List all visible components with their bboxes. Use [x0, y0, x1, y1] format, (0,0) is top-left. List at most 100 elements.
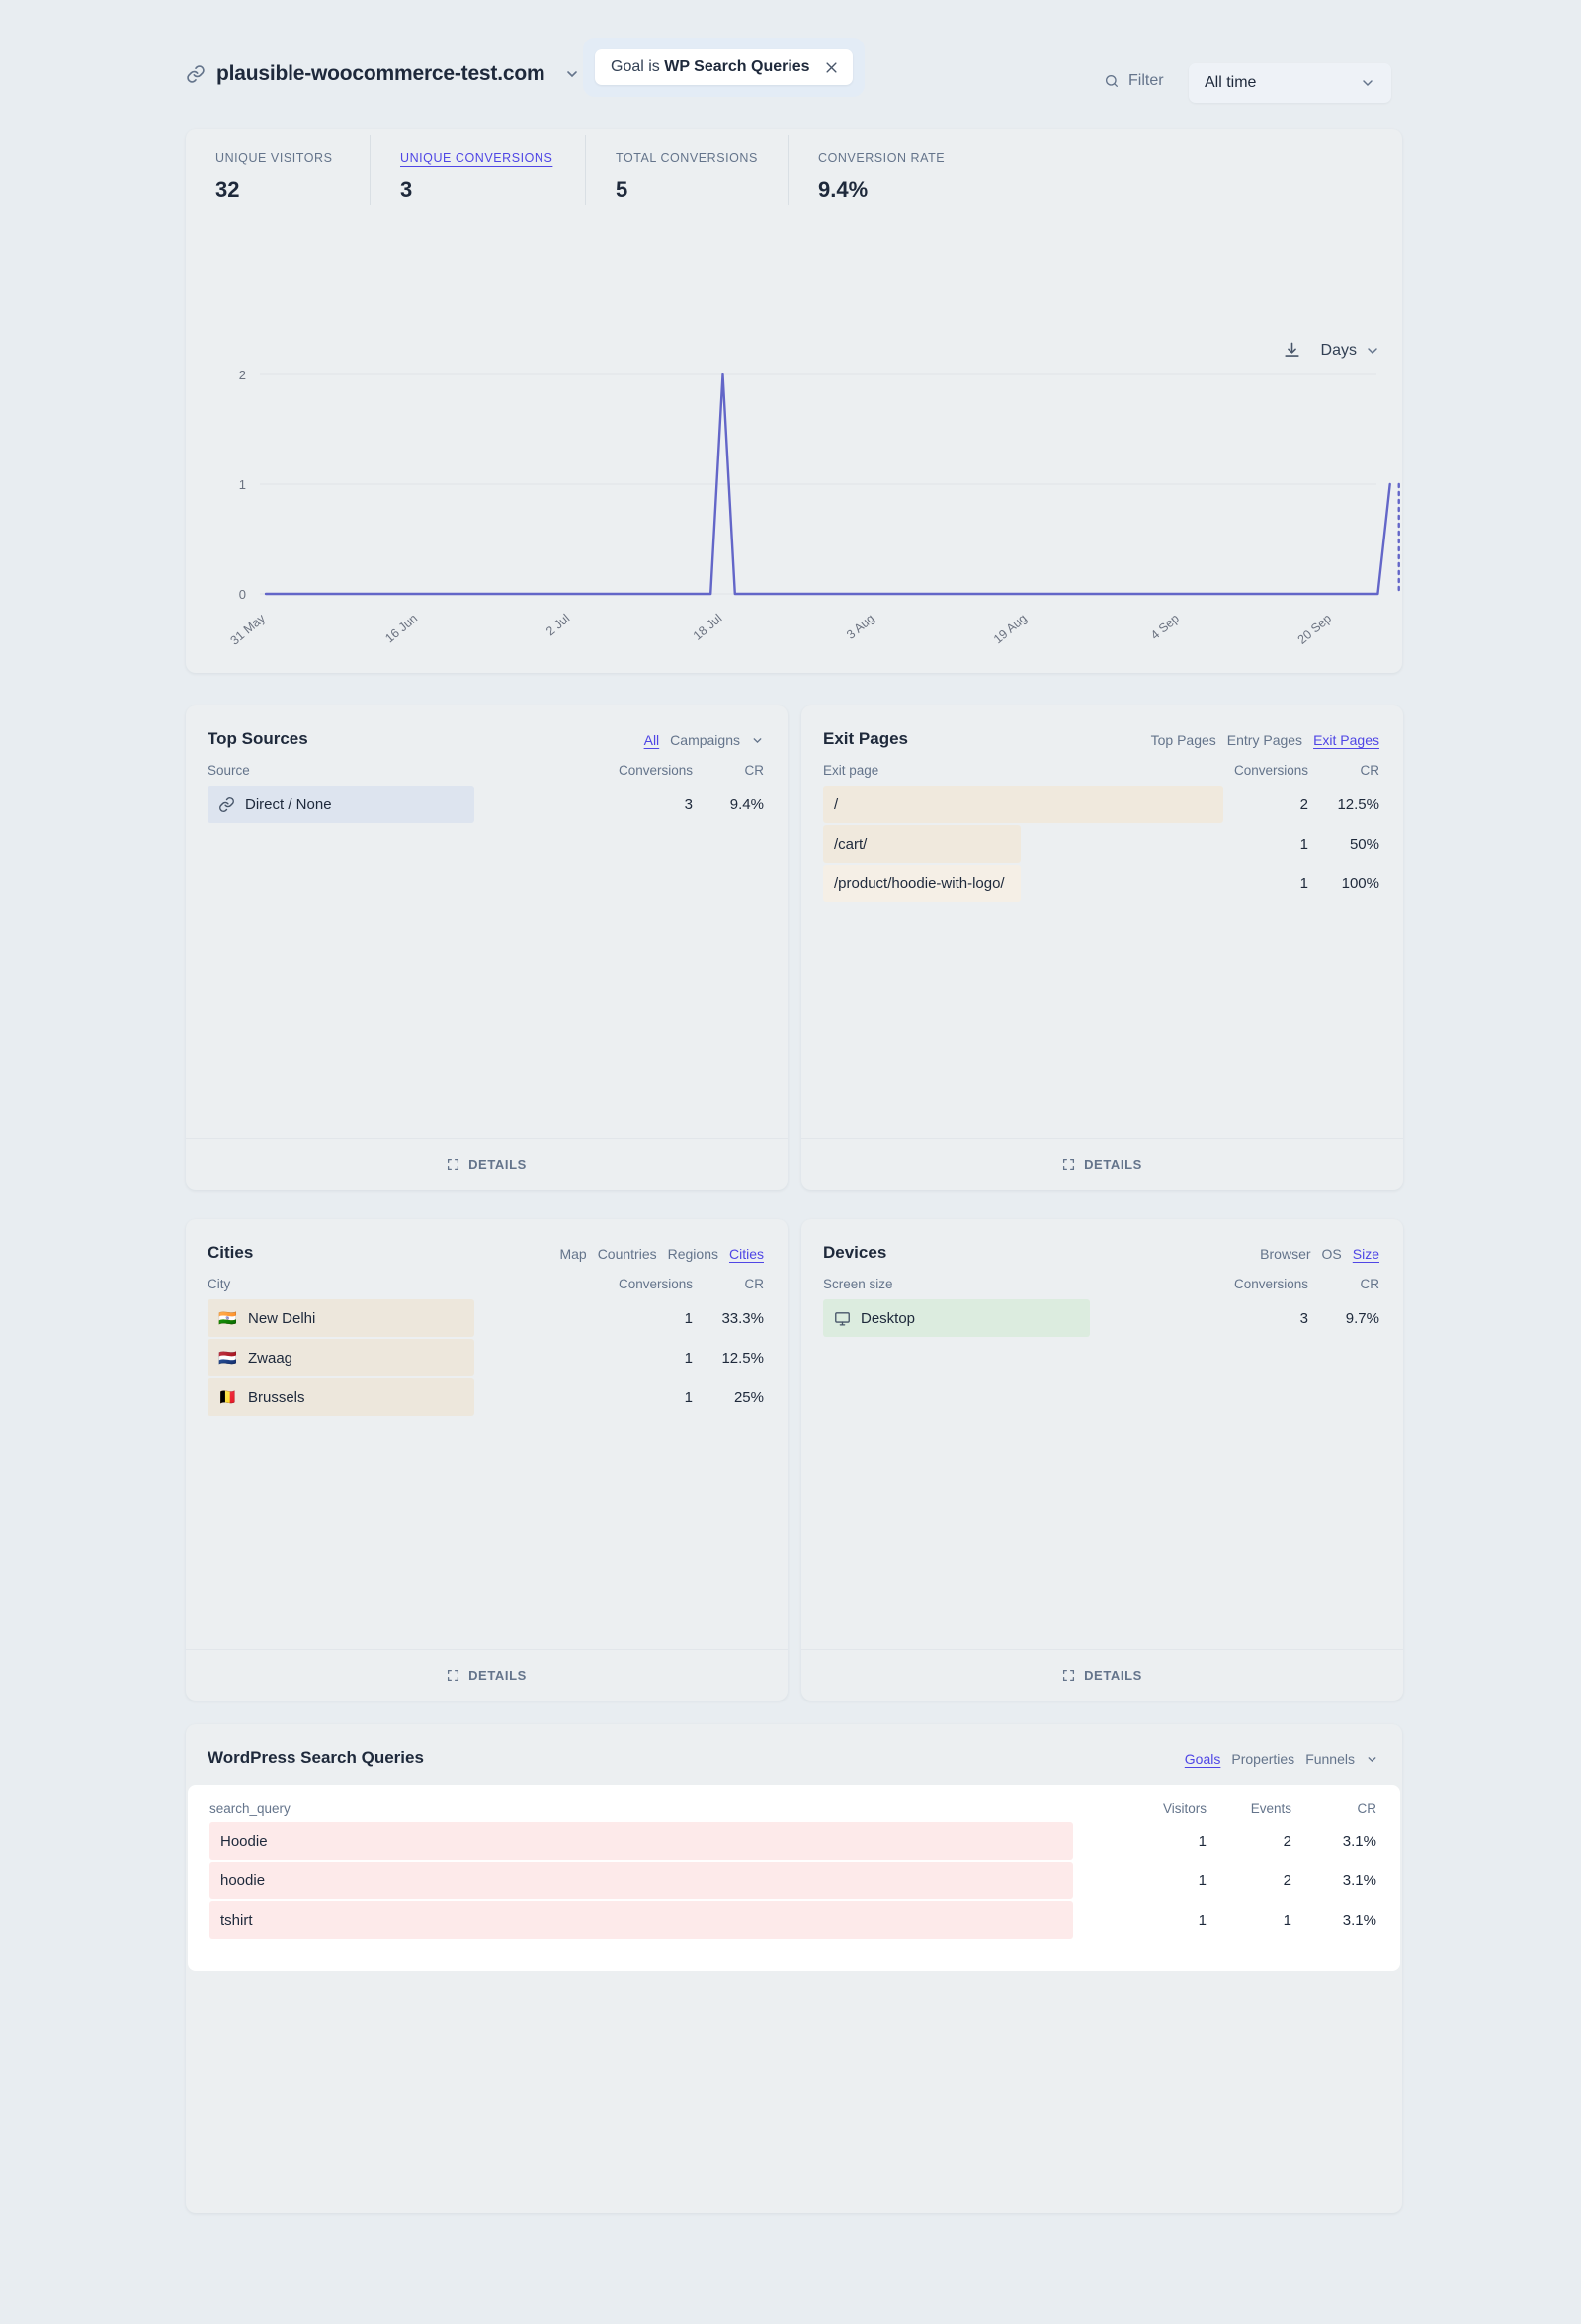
chevron-down-icon[interactable]: [1366, 1753, 1378, 1766]
svg-text:16 Jun: 16 Jun: [382, 612, 420, 646]
panel-header: Top Sources All Campaigns: [186, 706, 788, 749]
exit-page-rows: / 2 12.5% /cart/ 1 50% /product/hoodie-w…: [801, 778, 1403, 902]
details-label: DETAILS: [1084, 1157, 1142, 1172]
row-events: 1: [1283, 1911, 1291, 1929]
expand-icon: [447, 1158, 459, 1171]
row-label: 🇳🇱 Zwaag: [208, 1350, 584, 1367]
tab-countries[interactable]: Countries: [598, 1246, 657, 1262]
devices-panel: Devices Browser OS Size Screen size Conv…: [801, 1219, 1403, 1701]
table-row[interactable]: 🇮🇳 New Delhi 1 33.3%: [208, 1299, 764, 1337]
details-label: DETAILS: [1084, 1668, 1142, 1683]
tab-goals[interactable]: Goals: [1185, 1751, 1221, 1767]
table-row[interactable]: tshirt 1 1 3.1%: [209, 1901, 1376, 1939]
panel-tabs: All Campaigns: [644, 729, 764, 748]
conversions-line-chart[interactable]: 0 1 2 31 May 16 Jun 2 Jul 18 Jul 3 Aug 19 Aug 4 S…: [186, 367, 1402, 673]
row-cr: 9.7%: [1345, 1309, 1379, 1327]
tab-entry-pages[interactable]: Entry Pages: [1227, 732, 1302, 748]
chevron-down-icon[interactable]: [555, 66, 580, 82]
tab-top-pages[interactable]: Top Pages: [1151, 732, 1216, 748]
active-filters: Goal is WP Search Queries: [583, 38, 865, 97]
table-row[interactable]: Hoodie 1 2 3.1%: [209, 1822, 1376, 1860]
details-button[interactable]: DETAILS: [186, 1138, 788, 1190]
exit-pages-panel: Exit Pages Top Pages Entry Pages Exit Pa…: [801, 706, 1403, 1190]
panel-header: Cities Map Countries Regions Cities: [186, 1219, 788, 1263]
monitor-icon: [834, 1310, 851, 1327]
interval-select[interactable]: Days: [1321, 342, 1380, 360]
main-graph-card: UNIQUE VISITORS 32 UNIQUE CONVERSIONS 3 …: [186, 129, 1402, 673]
tab-properties[interactable]: Properties: [1231, 1751, 1294, 1767]
panel-tabs: Map Countries Regions Cities: [559, 1243, 764, 1262]
table-row[interactable]: /cart/ 1 50%: [823, 825, 1379, 863]
table-row[interactable]: 🇳🇱 Zwaag 1 12.5%: [208, 1339, 764, 1376]
filter-label: Filter: [1128, 72, 1164, 89]
row-conversions: 3: [1299, 1309, 1308, 1327]
column-conversions: Conversions: [618, 763, 693, 778]
tab-cities[interactable]: Cities: [729, 1246, 764, 1262]
filter-pill-value: WP Search Queries: [664, 58, 810, 75]
svg-text:3 Aug: 3 Aug: [844, 612, 877, 642]
panel-tabs: Top Pages Entry Pages Exit Pages: [1151, 729, 1379, 748]
panel-title: Top Sources: [208, 729, 308, 748]
tab-size[interactable]: Size: [1353, 1246, 1379, 1262]
kpi-value: 3: [400, 177, 413, 202]
table-row[interactable]: Direct / None 3 9.4%: [208, 786, 764, 823]
kpi-value: 32: [215, 177, 240, 202]
download-icon[interactable]: [1283, 341, 1301, 360]
flag-icon: 🇧🇪: [218, 1388, 237, 1406]
table-row[interactable]: / 2 12.5%: [823, 786, 1379, 823]
expand-icon: [1062, 1669, 1075, 1682]
filter-button[interactable]: Filter: [1104, 72, 1164, 90]
row-label: Desktop: [823, 1310, 1200, 1327]
column-cr: CR: [1360, 1277, 1380, 1291]
row-cr: 50%: [1349, 835, 1379, 853]
kpi-label: TOTAL CONVERSIONS: [616, 151, 758, 165]
device-rows: Desktop 3 9.7%: [801, 1291, 1403, 1337]
tab-browser[interactable]: Browser: [1260, 1246, 1310, 1262]
row-cr: 3.1%: [1342, 1871, 1376, 1889]
table-row[interactable]: Desktop 3 9.7%: [823, 1299, 1379, 1337]
column-conversions: Conversions: [618, 1277, 693, 1291]
tab-map[interactable]: Map: [559, 1246, 586, 1262]
search-queries-table: search_query Visitors Events CR Hoodie 1…: [188, 1785, 1400, 1971]
row-visitors: 1: [1198, 1911, 1207, 1929]
cities-panel: Cities Map Countries Regions Cities City…: [186, 1219, 788, 1701]
tab-regions[interactable]: Regions: [668, 1246, 718, 1262]
table-row[interactable]: 🇧🇪 Brussels 1 25%: [208, 1378, 764, 1416]
svg-text:20 Sep: 20 Sep: [1295, 612, 1334, 647]
svg-text:1: 1: [239, 477, 246, 492]
close-icon[interactable]: [824, 60, 839, 75]
row-label: 🇧🇪 Brussels: [208, 1389, 584, 1406]
row-text: Brussels: [248, 1388, 305, 1406]
chevron-down-icon[interactable]: [751, 734, 764, 747]
tab-funnels[interactable]: Funnels: [1305, 1751, 1355, 1767]
tab-os[interactable]: OS: [1322, 1246, 1342, 1262]
date-range-select[interactable]: All time: [1189, 63, 1391, 103]
panel-header: Exit Pages Top Pages Entry Pages Exit Pa…: [801, 706, 1403, 749]
column-source: Source: [208, 763, 250, 778]
kpi-total-conversions[interactable]: TOTAL CONVERSIONS 5: [586, 129, 789, 208]
details-button[interactable]: DETAILS: [801, 1138, 1403, 1190]
table-row[interactable]: hoodie 1 2 3.1%: [209, 1862, 1376, 1899]
kpi-label: CONVERSION RATE: [818, 151, 946, 165]
details-button[interactable]: DETAILS: [801, 1649, 1403, 1701]
site-switcher[interactable]: plausible-woocommerce-test.com: [186, 62, 580, 86]
kpi-unique-conversions[interactable]: UNIQUE CONVERSIONS 3: [371, 129, 586, 208]
details-button[interactable]: DETAILS: [186, 1649, 788, 1701]
column-exit-page: Exit page: [823, 763, 879, 778]
tab-campaigns[interactable]: Campaigns: [670, 732, 740, 748]
kpi-value: 9.4%: [818, 177, 869, 202]
kpi-unique-visitors[interactable]: UNIQUE VISITORS 32: [186, 129, 371, 208]
column-conversions: Conversions: [1233, 763, 1308, 778]
table-row[interactable]: /product/hoodie-with-logo/ 1 100%: [823, 865, 1379, 902]
goal-filter-pill[interactable]: Goal is WP Search Queries: [595, 49, 853, 85]
search-icon: [1104, 73, 1120, 89]
kpi-conversion-rate[interactable]: CONVERSION RATE 9.4%: [789, 129, 1045, 208]
row-cr: 9.4%: [729, 795, 764, 813]
kpi-label: UNIQUE CONVERSIONS: [400, 151, 553, 165]
column-cr: CR: [1357, 1801, 1377, 1816]
row-conversions: 3: [684, 795, 693, 813]
svg-text:2: 2: [239, 368, 246, 382]
tab-all[interactable]: All: [644, 732, 660, 748]
tab-exit-pages[interactable]: Exit Pages: [1313, 732, 1379, 748]
city-rows: 🇮🇳 New Delhi 1 33.3% 🇳🇱 Zwaag 1 12.5% 🇧🇪: [186, 1291, 788, 1416]
